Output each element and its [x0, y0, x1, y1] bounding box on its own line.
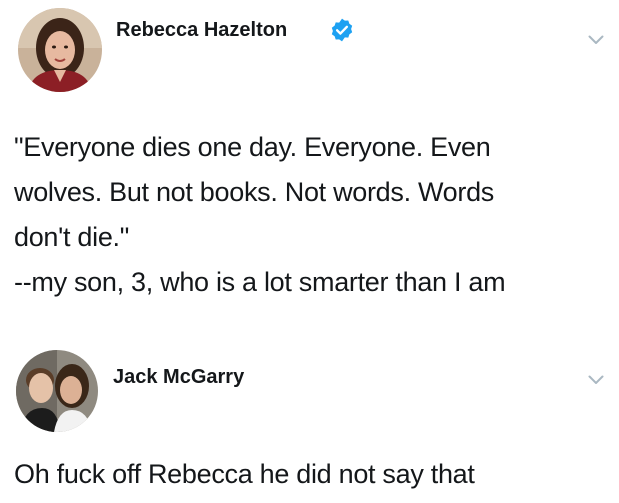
tweet-jack: Jack McGarry Oh fuck off Rebecca he did … — [0, 340, 619, 503]
verified-badge-icon — [331, 18, 353, 42]
tweet-text-line: --my son, 3, who is a lot smarter than I… — [14, 267, 506, 297]
tweet-text: Oh fuck off Rebecca he did not say that — [14, 452, 614, 497]
tweet-text-line: "Everyone dies one day. Everyone. Even — [14, 132, 491, 162]
tweet-text-line: wolves. But not books. Not words. Words — [14, 177, 495, 207]
tweet-text-line: Oh fuck off Rebecca he did not say that — [14, 459, 475, 489]
tweet-text: "Everyone dies one day. Everyone. Even w… — [14, 125, 614, 305]
chevron-down-icon[interactable] — [588, 375, 604, 385]
avatar-rebecca[interactable] — [18, 8, 102, 92]
avatar-jack[interactable] — [16, 350, 98, 432]
tweet-text-line: don't die." — [14, 222, 130, 252]
author-name[interactable]: Rebecca Hazelton — [116, 19, 287, 42]
chevron-down-icon[interactable] — [588, 35, 604, 45]
author-name[interactable]: Jack McGarry — [113, 366, 244, 389]
tweet-rebecca: Rebecca Hazelton "Everyone dies one day.… — [0, 0, 619, 340]
